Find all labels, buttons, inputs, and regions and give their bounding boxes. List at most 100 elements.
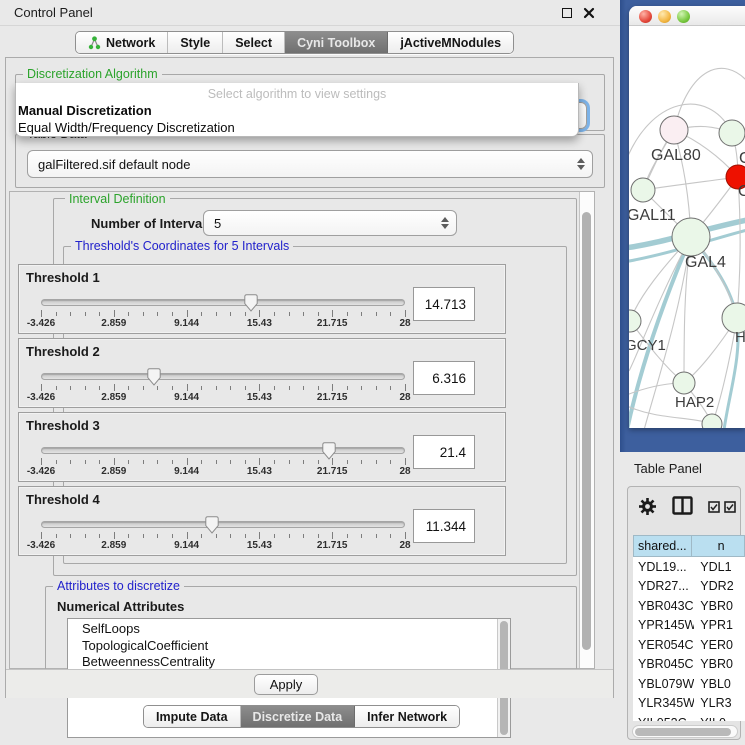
list-item-topologicalcoefficient[interactable]: TopologicalCoefficient (68, 638, 510, 655)
slider-tick-labels: -3.4262.8599.14415.4321.71528 (41, 466, 405, 478)
network-canvas[interactable]: GAL80 GAL11 GAL4 GCY1 HAP2 G C H (629, 26, 745, 428)
slider-tick (56, 534, 57, 538)
slider-tick (390, 386, 391, 390)
slider-tick (172, 386, 173, 390)
threshold-4-value-field[interactable] (413, 509, 475, 543)
table-row[interactable]: YER054CYER0 (633, 635, 745, 655)
slider-thumb-icon[interactable] (321, 442, 336, 460)
slider-tick (157, 312, 158, 316)
settings-vertical-scrollbar[interactable] (579, 192, 594, 668)
network-node-bottom[interactable] (702, 414, 722, 428)
close-icon[interactable] (583, 7, 595, 19)
checkbox-checked-icon[interactable] (724, 501, 736, 513)
number-of-intervals-combobox[interactable]: 5 (203, 210, 457, 236)
app-screen: Control Panel Network Style Select Cyni … (0, 0, 745, 745)
popup-option-equal-width[interactable]: Equal Width/Frequency Discretization (18, 120, 235, 135)
table-row[interactable]: YBR043CYBR0 (633, 596, 745, 616)
tab-select[interactable]: Select (223, 32, 285, 53)
control-panel-titlebar: Control Panel (0, 0, 620, 26)
node-label-hap2: HAP2 (675, 394, 714, 411)
slider-tick-label: 2.859 (101, 466, 126, 477)
network-node-gal80[interactable] (660, 116, 688, 144)
column-header-shared-name[interactable]: shared... (633, 535, 692, 557)
slider-tick (187, 310, 188, 317)
slider-tick (56, 312, 57, 316)
slider-tick (187, 458, 188, 465)
table-scrollbar-thumb[interactable] (635, 728, 731, 736)
checkbox-checked-icon[interactable] (708, 501, 720, 513)
slider-tick (332, 384, 333, 391)
table-row[interactable]: YPR145WYPR1 (633, 616, 745, 636)
slider-tick (361, 460, 362, 464)
settings-scrollbar-thumb[interactable] (582, 212, 591, 650)
slider-track[interactable] (41, 299, 405, 306)
table-row[interactable]: YDL19...YDL1 (633, 557, 745, 577)
slider-tick-label: -3.426 (27, 392, 55, 403)
threshold-1-slider[interactable]: -3.4262.8599.14415.4321.71528 (41, 295, 405, 331)
table-row[interactable]: YLR345WYLR3 (633, 694, 745, 714)
table-data-value: galFiltered.sif default node (38, 157, 190, 172)
slider-tick (70, 460, 71, 464)
slider-tick (259, 532, 260, 539)
gear-icon[interactable] (638, 497, 657, 516)
zoom-traffic-light-icon[interactable] (677, 10, 690, 23)
table-horizontal-scrollbar[interactable] (632, 725, 738, 738)
tab-cyni-toolbox[interactable]: Cyni Toolbox (285, 32, 388, 53)
network-node-gal11[interactable] (631, 178, 655, 202)
tab-discretize-data[interactable]: Discretize Data (241, 706, 356, 727)
network-node-hap2[interactable] (673, 372, 695, 394)
slider-tick-label: 28 (399, 540, 410, 551)
slider-tick (376, 460, 377, 464)
split-view-icon[interactable] (672, 496, 693, 516)
slider-tick-labels: -3.4262.8599.14415.4321.71528 (41, 392, 405, 404)
cyni-toolbox-panel: Discretization Algorithm Select algorith… (5, 57, 614, 698)
slider-tick (303, 386, 304, 390)
slider-thumb-icon[interactable] (205, 516, 220, 534)
tab-infer-network[interactable]: Infer Network (355, 706, 459, 727)
table-row[interactable]: YIL052CYIL0 (633, 713, 745, 721)
threshold-panel-3: Threshold 3 -3.4262.8599.14415.4321.7152… (18, 412, 506, 482)
network-node-gcy1[interactable] (629, 310, 641, 332)
slider-tick (114, 458, 115, 465)
threshold-2-value-field[interactable] (413, 361, 475, 395)
slider-tick-label: 21.715 (317, 466, 348, 477)
close-traffic-light-icon[interactable] (639, 10, 652, 23)
threshold-4-slider[interactable]: -3.4262.8599.14415.4321.71528 (41, 517, 405, 553)
table-data-combobox[interactable]: galFiltered.sif default node (27, 150, 593, 178)
slider-tick-label: 15.43 (247, 392, 272, 403)
popup-option-manual-discretization[interactable]: Manual Discretization (18, 103, 152, 118)
list-item-selfloops[interactable]: SelfLoops (68, 621, 510, 638)
slider-thumb-icon[interactable] (146, 368, 161, 386)
slider-tick (56, 460, 57, 464)
threshold-3-value-field[interactable] (413, 435, 475, 469)
slider-tick (376, 312, 377, 316)
node-label-gal4: GAL4 (685, 254, 726, 271)
apply-button[interactable]: Apply (254, 674, 318, 695)
slider-tick (376, 386, 377, 390)
threshold-3-slider[interactable]: -3.4262.8599.14415.4321.71528 (41, 443, 405, 479)
threshold-1-value-field[interactable] (413, 287, 475, 321)
column-header-name[interactable]: n (692, 535, 745, 557)
threshold-2-slider[interactable]: -3.4262.8599.14415.4321.71528 (41, 369, 405, 405)
tab-style[interactable]: Style (168, 32, 223, 53)
slider-tick (390, 312, 391, 316)
minimize-traffic-light-icon[interactable] (658, 10, 671, 23)
network-node-g[interactable] (719, 120, 745, 146)
network-view-window: GAL80 GAL11 GAL4 GCY1 HAP2 G C H (629, 6, 745, 428)
table-row[interactable]: YDR27...YDR2 (633, 577, 745, 597)
tab-jactivemnodules[interactable]: jActiveMNodules (388, 32, 513, 53)
float-window-icon[interactable] (562, 8, 572, 18)
tab-network[interactable]: Network (76, 32, 168, 53)
slider-thumb-icon[interactable] (244, 294, 259, 312)
table-row[interactable]: YBR045CYBR0 (633, 655, 745, 675)
slider-tick (157, 534, 158, 538)
network-node-gal4[interactable] (672, 218, 710, 256)
slider-tick (376, 534, 377, 538)
slider-track[interactable] (41, 373, 405, 380)
slider-track[interactable] (41, 447, 405, 454)
table-row[interactable]: YBL079WYBL0 (633, 674, 745, 694)
slider-tick (390, 534, 391, 538)
tab-impute-data[interactable]: Impute Data (144, 706, 241, 727)
slider-track[interactable] (41, 521, 405, 528)
slider-tick (318, 312, 319, 316)
